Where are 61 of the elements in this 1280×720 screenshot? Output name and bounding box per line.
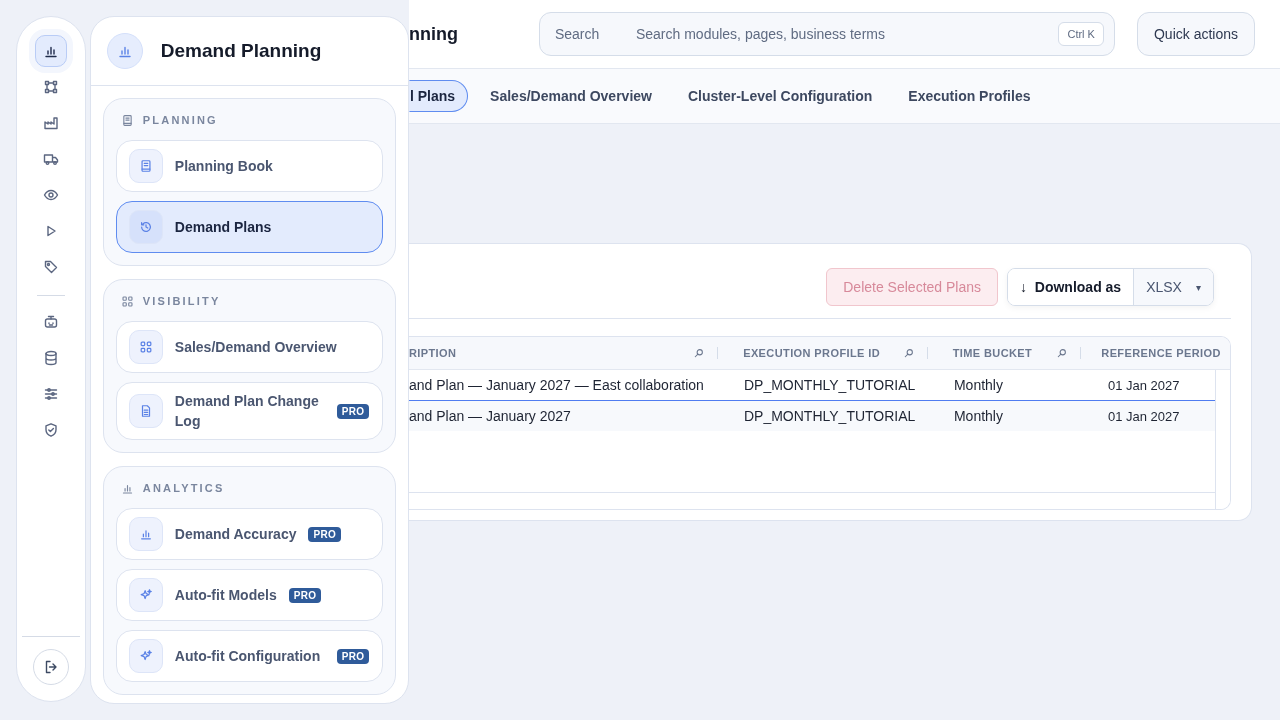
table-cell: and Plan — January 2027 — East collaboration (408, 377, 704, 393)
table-cell: and Plan — January 2027 (408, 408, 571, 424)
section-label: ANALYTICS (142, 482, 225, 494)
column-header: TIME BUCKET (952, 347, 1033, 359)
factory-icon (42, 115, 59, 131)
nav-item[interactable]: Auto-fit Configuration PRO (115, 630, 383, 682)
page-title: nning (408, 23, 459, 45)
nav-item[interactable]: Planning Book (115, 140, 383, 192)
panel-title: Demand Planning (160, 40, 322, 62)
column-header: EXECUTION PROFILE ID (743, 347, 881, 359)
section-label: VISIBILITY (142, 295, 221, 307)
nav-item[interactable]: Sales/Demand Overview (115, 321, 383, 373)
table-cell: DP_MONTHLY_TUTORIAL (743, 377, 916, 393)
tab[interactable]: Cluster-Level Configuration (669, 80, 891, 112)
truck-icon (42, 151, 59, 167)
grid-icon (120, 294, 134, 308)
sliders-icon (42, 386, 59, 402)
search-label: Search (554, 26, 601, 42)
nav-item[interactable]: Auto-fit Models PRO (115, 569, 383, 621)
nav-item[interactable]: Demand Plan Change Log PRO (115, 382, 383, 440)
table-cell: DP_MONTHLY_TUTORIAL (743, 408, 916, 424)
logout-button[interactable] (32, 649, 69, 685)
pro-badge: PRO (288, 587, 322, 603)
book-icon (138, 159, 153, 173)
tab[interactable]: Execution Profiles (890, 80, 1049, 112)
pro-badge: PRO (308, 526, 342, 542)
vertical-scrollbar[interactable] (1214, 370, 1230, 509)
pro-badge: PRO (336, 403, 370, 419)
tab[interactable]: Sales/Demand Overview (472, 80, 670, 112)
database-icon (42, 350, 59, 366)
column-header: REFERENCE PERIOD (1101, 347, 1221, 359)
download-button[interactable]: ↓ Download as (1008, 269, 1134, 305)
sparkle-icon (138, 649, 153, 663)
column-header: RIPTION (408, 347, 457, 359)
search-field[interactable]: Search modules, pages, business terms (635, 26, 1059, 42)
section-label: PLANNING (142, 114, 218, 126)
table-cell: 01 Jan 2027 (1107, 377, 1180, 393)
tab[interactable]: l Plans (408, 80, 469, 112)
quick-actions-button[interactable]: Quick actions (1136, 12, 1255, 56)
grid-icon (138, 340, 153, 354)
nav-item[interactable]: Demand Accuracy PRO (115, 508, 383, 560)
history-icon (138, 220, 153, 234)
robot-icon (42, 314, 59, 330)
bar-chart-icon (138, 527, 153, 541)
search-icon (693, 347, 706, 359)
tag-icon (42, 259, 59, 275)
search-icon (1056, 347, 1069, 359)
sparkle-icon (138, 588, 153, 602)
format-dropdown[interactable]: XLSX ▾ (1133, 269, 1213, 305)
shortcut-hint: Ctrl K (1058, 22, 1104, 46)
nav-item[interactable]: Demand Plans (115, 201, 383, 253)
table-cell: Monthly (953, 408, 1003, 424)
search-icon (902, 347, 915, 359)
book-icon (120, 113, 134, 127)
pro-badge: PRO (336, 648, 370, 664)
eye-icon (42, 187, 59, 203)
nodes-icon (42, 79, 59, 95)
table-cell: 01 Jan 2027 (1107, 408, 1180, 424)
table-cell: Monthly (953, 377, 1003, 393)
shield-icon (42, 422, 59, 438)
search-bar[interactable]: Search Search modules, pages, business terms Ctrl K (538, 12, 1115, 56)
